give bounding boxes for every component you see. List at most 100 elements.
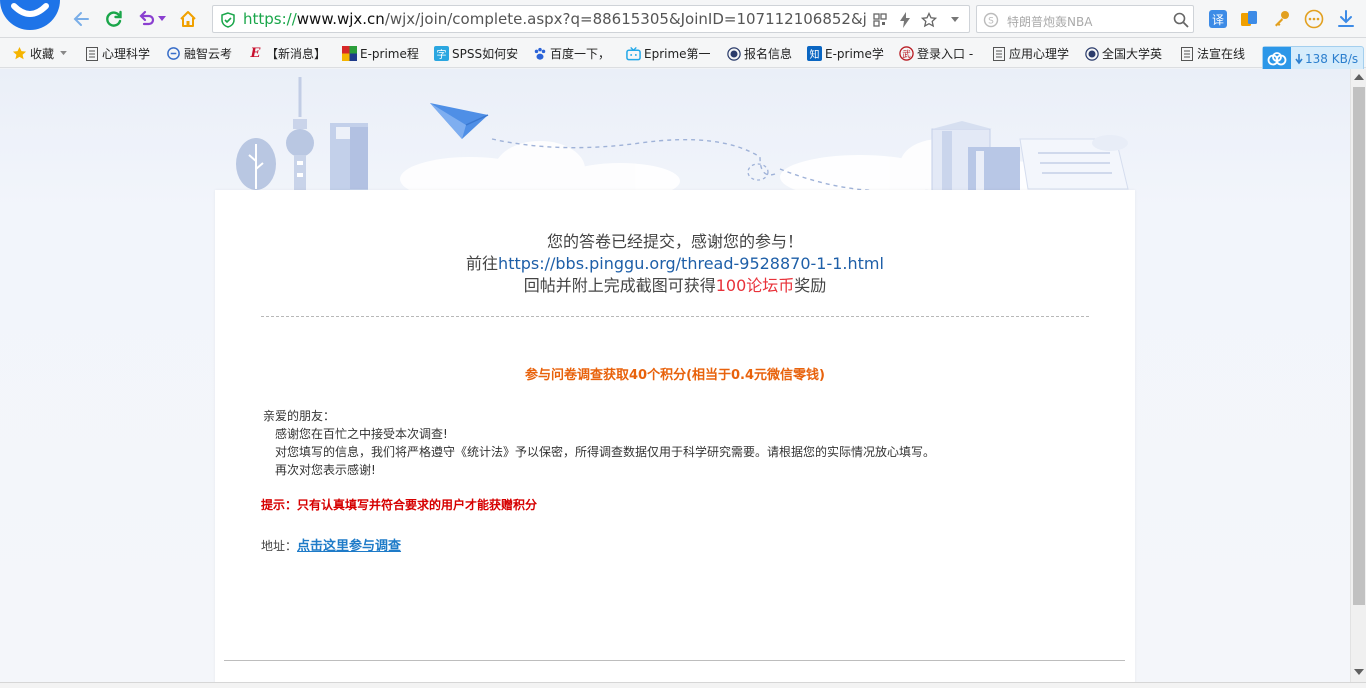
undo-close-tab-icon[interactable] xyxy=(134,7,158,31)
seal-icon xyxy=(726,46,741,61)
emblem-icon: 武 xyxy=(899,46,914,61)
more-menu-icon[interactable] xyxy=(1303,8,1325,30)
bookmark-item[interactable]: 百度一下， xyxy=(532,45,610,62)
qr-code-icon[interactable] xyxy=(870,10,890,30)
letter-paragraph: 感谢您在百忙之中接受本次调查! xyxy=(275,427,448,441)
address-bar[interactable]: https://www.wjx.cn/wjx/join/complete.asp… xyxy=(212,5,970,33)
bookmark-item[interactable]: 报名信息 xyxy=(726,45,792,62)
refresh-icon[interactable] xyxy=(102,7,126,31)
lightning-icon[interactable] xyxy=(895,10,915,30)
bookmark-item[interactable]: 法宣在线 xyxy=(1179,45,1245,62)
thanks-line: 您的答卷已经提交，感谢您的参与！ xyxy=(546,232,803,251)
bookmark-label: Eprime第一 xyxy=(644,47,711,61)
download-speed: 138 KB/s xyxy=(1305,52,1359,66)
url-dropdown-icon[interactable] xyxy=(945,10,965,30)
page-viewport: 您的答卷已经提交，感谢您的参与！ 前往https://bbs.pinggu.or… xyxy=(0,69,1350,688)
bookmark-label: 【新消息】 xyxy=(266,47,327,61)
translate-icon[interactable]: 译 xyxy=(1207,8,1229,30)
bookmark-item[interactable]: 全国大学英 xyxy=(1084,45,1162,62)
bookmark-label: SPSS如何安 xyxy=(452,47,519,61)
forum-thread-link[interactable]: https://bbs.pinggu.org/thread-9528870-1-… xyxy=(498,254,884,273)
dashed-divider xyxy=(261,316,1089,317)
phone-sync-icon[interactable] xyxy=(1238,8,1260,30)
bookmark-item[interactable]: 字 SPSS如何安 xyxy=(434,45,518,62)
reward-line-suffix: 奖励 xyxy=(794,276,827,295)
search-input[interactable]: 特朗普炮轰NBA xyxy=(1007,13,1092,30)
star-bookmark-icon[interactable] xyxy=(919,10,939,30)
bookmark-item[interactable]: 武 登录入口 - xyxy=(899,45,973,62)
secure-shield-icon[interactable] xyxy=(218,10,238,30)
bookmark-label: 应用心理学 xyxy=(1009,47,1070,61)
forum-line: 前往https://bbs.pinggu.org/thread-9528870-… xyxy=(215,253,1135,275)
footer-divider xyxy=(224,660,1125,661)
browser-logo-icon[interactable] xyxy=(0,0,60,32)
letter-paragraph: 对您填写的信息，我们将严格遵守《统计法》予以保密，所得调查数据仅用于科学研究需要… xyxy=(275,445,936,459)
bookmark-label: 报名信息 xyxy=(744,47,793,61)
browser-toolbar: https://www.wjx.cn/wjx/join/complete.asp… xyxy=(0,0,1366,38)
url-scheme: https:// xyxy=(243,10,297,28)
bookmark-dropdown-icon[interactable] xyxy=(60,51,67,56)
scrollbar-thumb[interactable] xyxy=(1353,87,1365,605)
bookmark-label: E-prime学 xyxy=(825,47,884,61)
url-host: www.wjx.cn xyxy=(296,10,385,28)
zhi-icon: 知 xyxy=(807,46,822,61)
bookmark-label: 融智云考 xyxy=(184,47,233,61)
baidu-cloud-icon xyxy=(1263,47,1291,71)
download-icon[interactable] xyxy=(1335,8,1357,30)
page-icon xyxy=(84,46,99,61)
bookmark-item[interactable]: 融智云考 xyxy=(166,45,232,62)
tv-icon xyxy=(626,46,641,61)
back-icon[interactable] xyxy=(70,7,94,31)
bookmark-item[interactable]: 应用心理学 xyxy=(991,45,1069,62)
bookmark-item[interactable]: 知 E-prime学 xyxy=(807,45,884,62)
eligibility-tip: 提示：只有认真填写并符合要求的用户才能获赠积分 xyxy=(261,498,538,512)
search-engine-icon[interactable]: S xyxy=(981,10,1001,30)
seal-icon xyxy=(1084,46,1099,61)
search-box[interactable]: S 特朗普炮轰NBA xyxy=(976,5,1194,33)
color-grid-icon xyxy=(342,46,357,61)
spss-icon: 字 xyxy=(434,46,449,61)
address-label: 地址： xyxy=(261,539,298,553)
status-bar xyxy=(0,682,1366,688)
page-icon xyxy=(1179,46,1194,61)
bookmark-item[interactable]: 心理科学 xyxy=(84,45,150,62)
svg-text:武: 武 xyxy=(902,49,911,59)
reward-line-prefix: 回帖并附上完成截图可获得 xyxy=(523,276,716,295)
svg-text:S: S xyxy=(988,17,994,27)
bookmark-item[interactable]: 收藏 xyxy=(12,45,67,62)
cloud-icon xyxy=(166,46,181,61)
scroll-up-icon[interactable] xyxy=(1354,74,1364,80)
scroll-down-icon[interactable] xyxy=(1354,669,1364,675)
bookmark-item[interactable]: Eprime第一 xyxy=(626,45,711,62)
points-reward-title: 参与问卷调查获取40个积分(相当于0.4元微信零钱) xyxy=(524,368,825,383)
page-icon xyxy=(991,46,1006,61)
bookmark-label: 心理科学 xyxy=(102,47,151,61)
home-icon[interactable] xyxy=(176,7,200,31)
paw-icon xyxy=(532,46,547,61)
completion-card: 您的答卷已经提交，感谢您的参与！ 前往https://bbs.pinggu.or… xyxy=(215,190,1135,688)
join-survey-link[interactable]: 点击这里参与调查 xyxy=(297,539,401,554)
letter-greeting: 亲爱的朋友： xyxy=(263,409,336,423)
header-illustration xyxy=(236,77,1129,194)
vertical-scrollbar[interactable] xyxy=(1350,69,1366,688)
url-text[interactable]: https://www.wjx.cn/wjx/join/complete.asp… xyxy=(243,10,868,28)
reward-line: 回帖并附上完成截图可获得100论坛币奖励 xyxy=(215,275,1135,297)
bookmark-item[interactable]: E 【新消息】 xyxy=(248,45,326,62)
forum-coin-highlight: 100论坛币 xyxy=(715,276,795,295)
download-arrow-icon xyxy=(1295,53,1303,64)
key-icon[interactable] xyxy=(1271,8,1293,30)
survey-address: 地址：点击这里参与调查 xyxy=(261,535,401,554)
bookmark-label: 收藏 xyxy=(30,47,55,61)
forum-line-prefix: 前往 xyxy=(466,254,499,273)
star-icon xyxy=(12,46,27,61)
bookmark-item[interactable]: E-prime程 xyxy=(342,45,419,62)
url-path: /wjx/join/complete.aspx?q=88615305&JoinI… xyxy=(384,10,868,28)
invitation-letter: 亲爱的朋友： 感谢您在百忙之中接受本次调查! 对您填写的信息，我们将严格遵守《统… xyxy=(263,407,935,479)
search-icon[interactable] xyxy=(1171,10,1191,30)
undo-dropdown-icon[interactable] xyxy=(157,7,167,31)
bookmark-label: E-prime程 xyxy=(360,47,419,61)
e-icon: E xyxy=(250,46,261,61)
bookmark-label: 全国大学英 xyxy=(1102,47,1163,61)
bookmark-label: 法宣在线 xyxy=(1197,47,1246,61)
bookmark-label: 登录入口 - xyxy=(917,47,974,61)
